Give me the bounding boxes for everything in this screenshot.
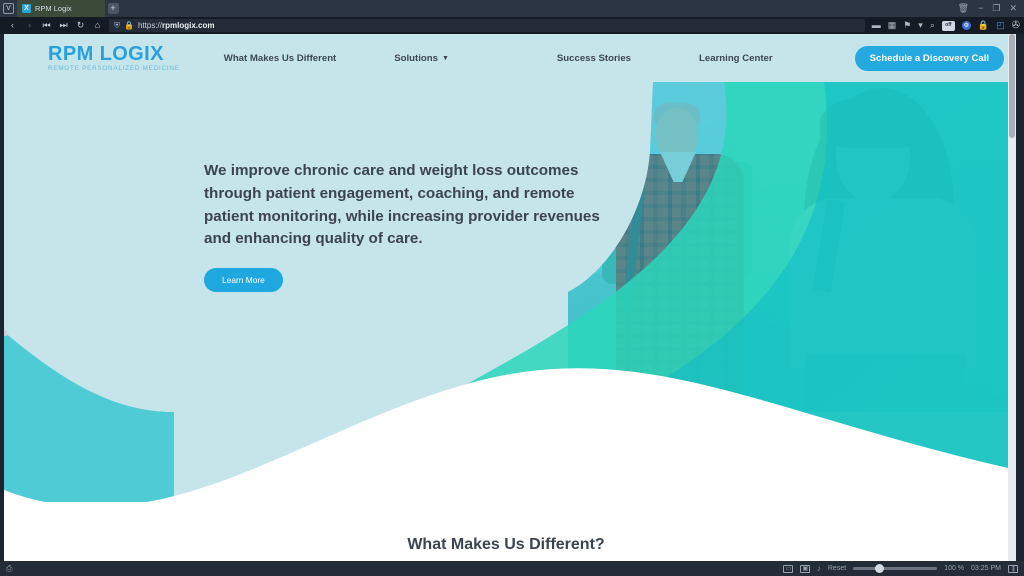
zoom-level: 100 % (944, 565, 965, 572)
screen-icon[interactable]: ▭ (782, 564, 793, 573)
off-toggle-icon[interactable]: off (941, 20, 955, 31)
hero-section: We improve chronic care and weight loss … (4, 82, 1008, 502)
browser-toolbar: ‹ › ⏮ ⏭ ↻ ⌂ ⛨ 🔒 https://rpmlogix.com ▬ ▦… (0, 17, 1024, 34)
nav-item-success-stories[interactable]: Success Stories (557, 53, 631, 64)
section-title: What Makes Us Different? (407, 536, 605, 553)
browser-window: V X RPM Logix + 🗑 − ❐ ✕ ‹ › ⏮ ⏭ ↻ ⌂ ⛨ 🔒 … (0, 0, 1024, 576)
password-lock-icon[interactable]: 🔒 (978, 21, 989, 30)
site-logo[interactable]: RPM LOGIX REMOTE PERSONALIZED MEDICINE (48, 44, 180, 73)
url-host: rpmlogix.com (161, 21, 215, 30)
app-menu-glyph: V (3, 3, 14, 14)
page-edge-marker (4, 330, 7, 336)
app-menu-badge[interactable]: V (0, 0, 17, 17)
reload-icon[interactable]: ↻ (72, 17, 89, 34)
nav-label: What Makes Us Different (223, 52, 337, 64)
first-page-icon[interactable]: ⏮ (38, 17, 55, 34)
bookmark-icon[interactable]: ⚑ (903, 21, 911, 30)
page-scrollbar[interactable] (1008, 34, 1016, 561)
nav-label: Learning Center (699, 52, 773, 64)
tab-strip: V X RPM Logix + 🗑 − ❐ ✕ (0, 0, 1024, 17)
scrollbar-thumb[interactable] (1009, 34, 1015, 138)
tab-title: RPM Logix (35, 4, 72, 13)
extensions-icon[interactable]: ✇ (1012, 20, 1020, 31)
hero-text-block: We improve chronic care and weight loss … (204, 160, 604, 293)
what-makes-us-different-section: What Makes Us Different? (4, 502, 1008, 561)
nav-label: Solutions (394, 52, 438, 64)
folder-icon[interactable]: ◰ (996, 21, 1005, 30)
chat-icon[interactable]: ▬ (872, 21, 881, 30)
status-bar: ⎙ ▭ ▣ ♪ Reset 100 % 03:25 PM ||| (0, 561, 1024, 576)
new-tab-button[interactable]: + (105, 0, 121, 17)
window-controls: 🗑 − ❐ ✕ (958, 0, 1024, 17)
toolbar-actions: ▬ ▦ ⚑ ▾ ⌕ off ⚙ 🔒 ◰ ✇ (865, 20, 1020, 31)
status-left: ⎙ (6, 564, 12, 573)
home-icon[interactable]: ⌂ (89, 17, 106, 34)
main-navigation: What Makes Us Different Solutions ▼ Succ… (202, 45, 1005, 71)
keyboard-icon[interactable]: ||| (1008, 564, 1018, 573)
search-icon[interactable]: ⌕ (930, 21, 935, 30)
delete-icon[interactable]: 🗑 (958, 4, 969, 13)
status-right: ▭ ▣ ♪ Reset 100 % 03:25 PM ||| (782, 564, 1018, 573)
chevron-down-icon[interactable]: ▾ (918, 21, 923, 30)
schedule-discovery-call-button[interactable]: Schedule a Discovery Call (854, 45, 1005, 71)
address-bar[interactable]: ⛨ 🔒 https://rpmlogix.com (109, 19, 865, 32)
off-label: off (945, 22, 952, 28)
url-scheme: https:// (137, 21, 162, 30)
sound-icon[interactable]: ♪ (817, 564, 821, 573)
page-viewport: RPM LOGIX REMOTE PERSONALIZED MEDICINE W… (4, 34, 1016, 561)
zoom-reset-button[interactable]: Reset (828, 565, 846, 572)
website-page: RPM LOGIX REMOTE PERSONALIZED MEDICINE W… (4, 34, 1008, 561)
learn-more-button[interactable]: Learn More (204, 268, 283, 293)
clock: 03:25 PM (971, 565, 1001, 572)
lock-icon: 🔒 (124, 20, 134, 30)
zoom-slider[interactable] (853, 564, 938, 573)
nav-item-what-makes-us-different[interactable]: What Makes Us Different (224, 53, 336, 64)
grid-icon[interactable]: ▦ (888, 21, 897, 30)
logo-tagline: REMOTE PERSONALIZED MEDICINE (48, 65, 180, 73)
minimize-icon[interactable]: − (978, 4, 983, 13)
wave-left-accent (4, 332, 174, 502)
site-favicon: X (22, 4, 31, 13)
image-icon[interactable]: ▣ (799, 564, 810, 573)
nav-label: Success Stories (556, 52, 632, 64)
last-page-icon[interactable]: ⏭ (55, 17, 72, 34)
plus-icon: + (107, 3, 119, 14)
hero-headline: We improve chronic care and weight loss … (204, 162, 600, 248)
close-icon[interactable]: ✕ (1009, 4, 1017, 13)
logo-wordmark: RPM LOGIX (48, 42, 164, 65)
printer-icon[interactable]: ⎙ (6, 564, 12, 573)
site-header: RPM LOGIX REMOTE PERSONALIZED MEDICINE W… (4, 34, 1008, 82)
gear-icon[interactable]: ⚙ (961, 21, 971, 30)
zoom-slider-knob[interactable] (875, 564, 885, 573)
browser-tab[interactable]: X RPM Logix (17, 0, 105, 17)
forward-icon[interactable]: › (21, 17, 38, 34)
nav-item-solutions[interactable]: Solutions ▼ (394, 53, 449, 64)
back-icon[interactable]: ‹ (4, 17, 21, 34)
chevron-down-icon: ▼ (441, 54, 449, 62)
maximize-icon[interactable]: ❐ (992, 4, 1000, 13)
shield-icon: ⛨ (114, 20, 120, 30)
nav-item-learning-center[interactable]: Learning Center (699, 53, 773, 64)
address-text: https://rpmlogix.com (138, 21, 214, 30)
